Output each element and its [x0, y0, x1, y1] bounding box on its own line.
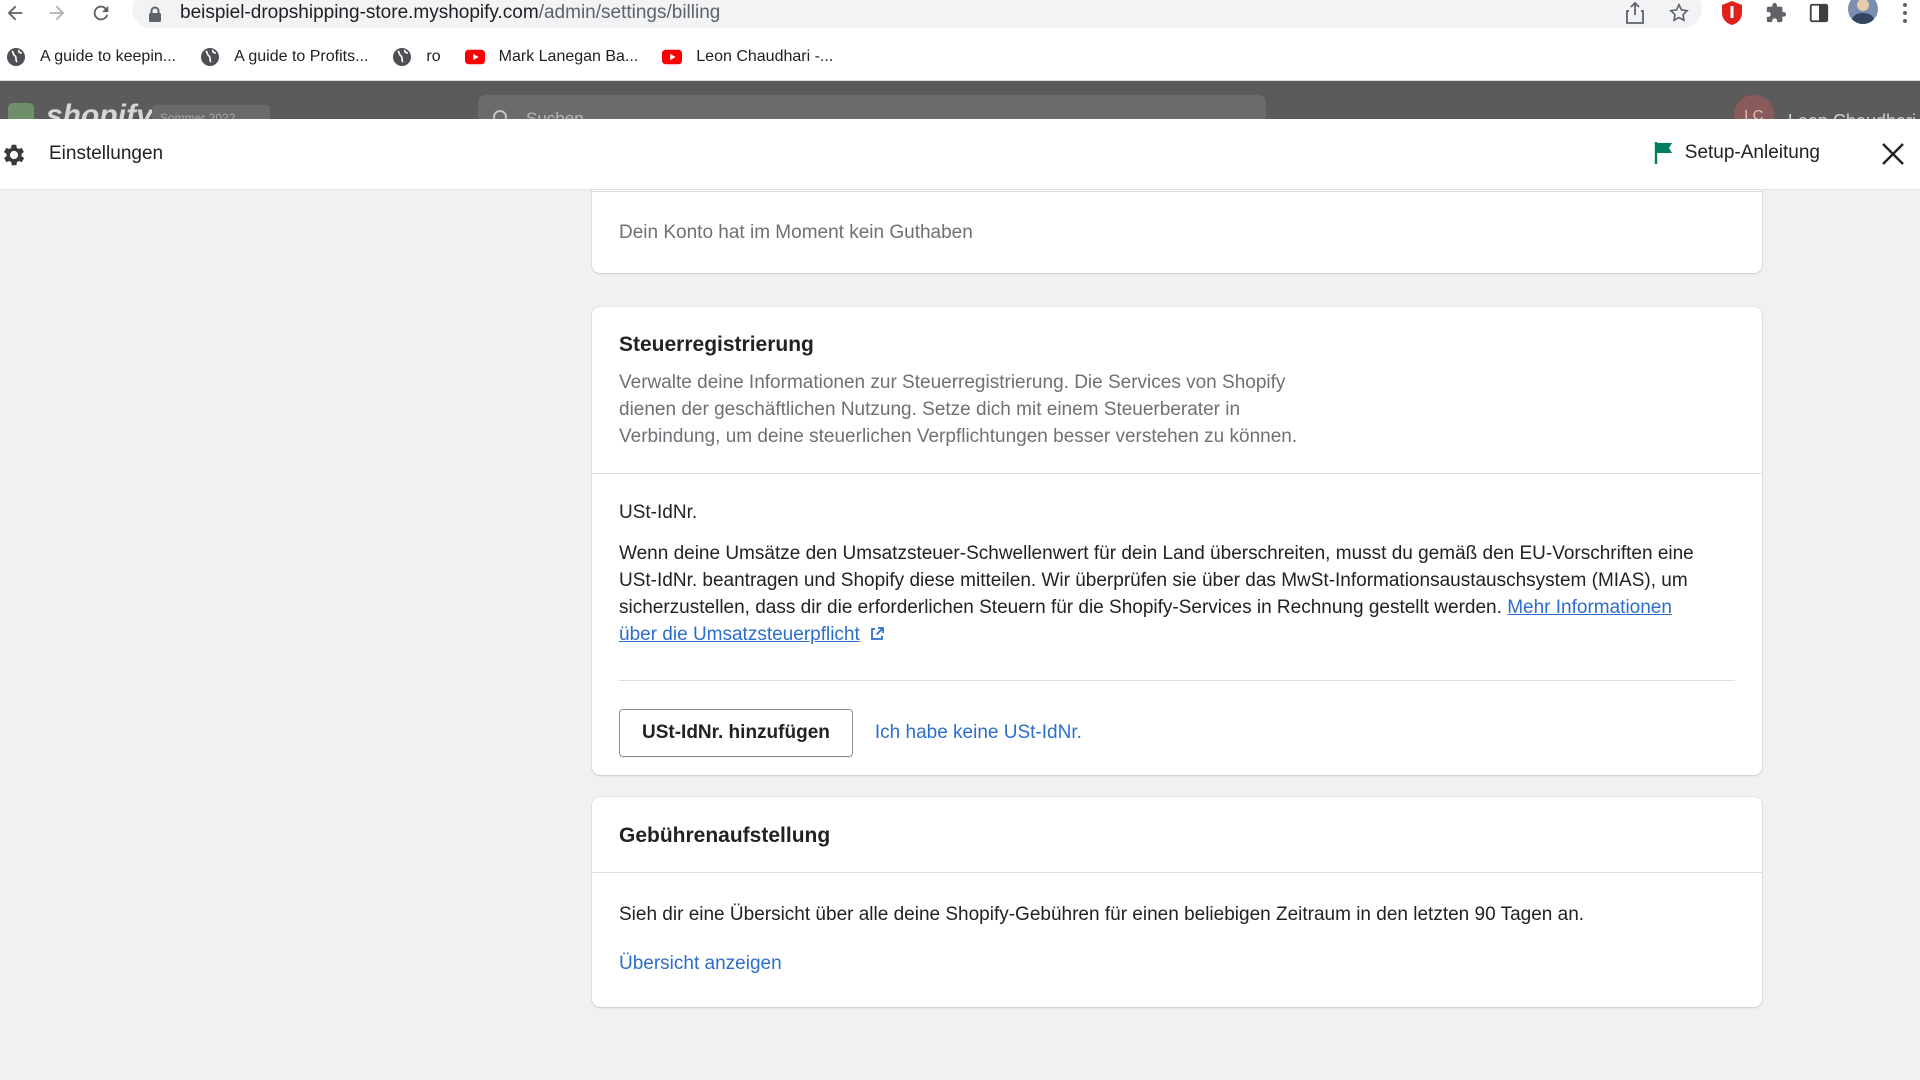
browser-toolbar: beispiel-dropshipping-store.myshopify.co… — [0, 0, 1920, 81]
close-icon[interactable] — [1878, 139, 1908, 169]
divider — [619, 680, 1735, 681]
side-panel-icon[interactable] — [1804, 0, 1834, 26]
shopify-logo-text: shopify — [46, 99, 153, 119]
globe-icon — [200, 47, 220, 67]
lock-icon — [148, 0, 166, 22]
tax-description-line: Verwalte deine Informationen zur Steuerr… — [619, 372, 1286, 393]
balance-card: Dein Konto hat im Moment kein Guthaben — [592, 190, 1762, 273]
search-placeholder: Suchen — [526, 109, 584, 119]
bookmark-label: Mark Lanegan Ba... — [498, 48, 639, 65]
gear-icon — [0, 141, 28, 169]
admin-user-menu: LC Leon Chaudhari — [1733, 95, 1916, 120]
tax-description-line: dienen der geschäftlichen Nutzung. Setze… — [619, 399, 1241, 420]
settings-header: Einstellungen Setup-Anleitung — [0, 119, 1920, 190]
youtube-icon — [662, 47, 683, 67]
page-title: Einstellungen — [49, 143, 164, 164]
store-badge: Sommer 2022 — [152, 105, 270, 119]
balance-text: Dein Konto hat im Moment kein Guthaben — [619, 222, 973, 243]
address-bar[interactable]: beispiel-dropshipping-store.myshopify.co… — [132, 0, 1702, 28]
profile-avatar[interactable] — [1848, 0, 1878, 26]
share-icon[interactable] — [1620, 0, 1650, 26]
external-link-icon — [869, 623, 885, 650]
reload-icon[interactable] — [86, 0, 116, 26]
no-vat-link[interactable]: Ich habe keine USt-IdNr. — [875, 722, 1082, 744]
vat-more-info-link[interactable]: über die Umsatzsteuerpflicht — [619, 624, 860, 645]
url-host: beispiel-dropshipping-store.myshopify.co… — [180, 2, 539, 23]
fee-overview-title: Gebührenaufstellung — [619, 824, 831, 847]
globe-icon — [6, 47, 26, 67]
forward-icon[interactable] — [42, 0, 72, 26]
tax-registration-title: Steuerregistrierung — [619, 333, 814, 356]
setup-guide-button[interactable]: Setup-Anleitung — [1653, 141, 1820, 165]
shopify-logo: shopify — [8, 99, 153, 119]
vat-info-line: Wenn deine Umsätze den Umsatzsteuer-Schw… — [619, 543, 1694, 564]
admin-topbar: shopify Sommer 2022 Suchen LC Leon Chaud… — [0, 81, 1920, 119]
bookmark-item[interactable]: A guide to Profits... — [200, 47, 368, 67]
youtube-icon — [464, 47, 485, 67]
url-text: beispiel-dropshipping-store.myshopify.co… — [180, 2, 720, 24]
shield-extension-icon[interactable] — [1717, 0, 1747, 26]
shopify-bag-icon — [8, 103, 34, 119]
bookmark-label: Leon Chaudhari -... — [696, 48, 834, 65]
fee-overview-card: Gebührenaufstellung Sieh dir eine Übersi… — [592, 797, 1762, 1007]
bookmark-label: ro — [426, 48, 441, 65]
extensions-puzzle-icon[interactable] — [1761, 0, 1791, 26]
bookmark-item[interactable]: Mark Lanegan Ba... — [464, 47, 639, 67]
back-icon[interactable] — [0, 0, 30, 26]
admin-user-name: Leon Chaudhari — [1788, 111, 1916, 120]
bookmark-item[interactable]: A guide to keepin... — [6, 47, 176, 67]
setup-guide-label: Setup-Anleitung — [1684, 142, 1820, 163]
vat-more-info-link[interactable]: Mehr Informationen — [1507, 597, 1672, 618]
bookmark-label: A guide to keepin... — [40, 48, 177, 65]
vat-info-text: Wenn deine Umsätze den Umsatzsteuer-Schw… — [619, 540, 1735, 650]
vat-info-line: sicherzustellen, dass dir die erforderli… — [619, 597, 1502, 618]
tax-description-line: Verbindung, um deine steuerlichen Verpfl… — [619, 426, 1298, 447]
view-overview-link[interactable]: Übersicht anzeigen — [619, 953, 782, 974]
fee-overview-text: Sieh dir eine Übersicht über alle deine … — [619, 904, 1585, 925]
bookmarks-bar: A guide to keepin... A guide to Profits.… — [0, 44, 851, 70]
avatar: LC — [1733, 95, 1774, 119]
search-icon — [493, 110, 507, 119]
vat-label: USt-IdNr. — [619, 502, 698, 523]
bookmark-item[interactable]: Leon Chaudhari -... — [662, 47, 833, 67]
bookmark-item[interactable]: ro — [392, 47, 441, 67]
tax-registration-card: Steuerregistrierung Verwalte deine Infor… — [592, 307, 1762, 775]
admin-search-input: Suchen — [478, 95, 1266, 119]
browser-menu-icon[interactable] — [1890, 0, 1920, 26]
add-vat-button[interactable]: USt-IdNr. hinzufügen — [619, 709, 853, 757]
url-path: /admin/settings/billing — [538, 2, 721, 23]
flag-icon — [1653, 141, 1675, 165]
globe-icon — [392, 47, 412, 67]
bookmark-label: A guide to Profits... — [234, 48, 369, 65]
settings-content: Dein Konto hat im Moment kein Guthaben S… — [0, 190, 1920, 1080]
vat-info-line: USt-IdNr. beantragen und Shopify diese m… — [619, 570, 1688, 591]
bookmark-star-icon[interactable] — [1664, 0, 1694, 26]
